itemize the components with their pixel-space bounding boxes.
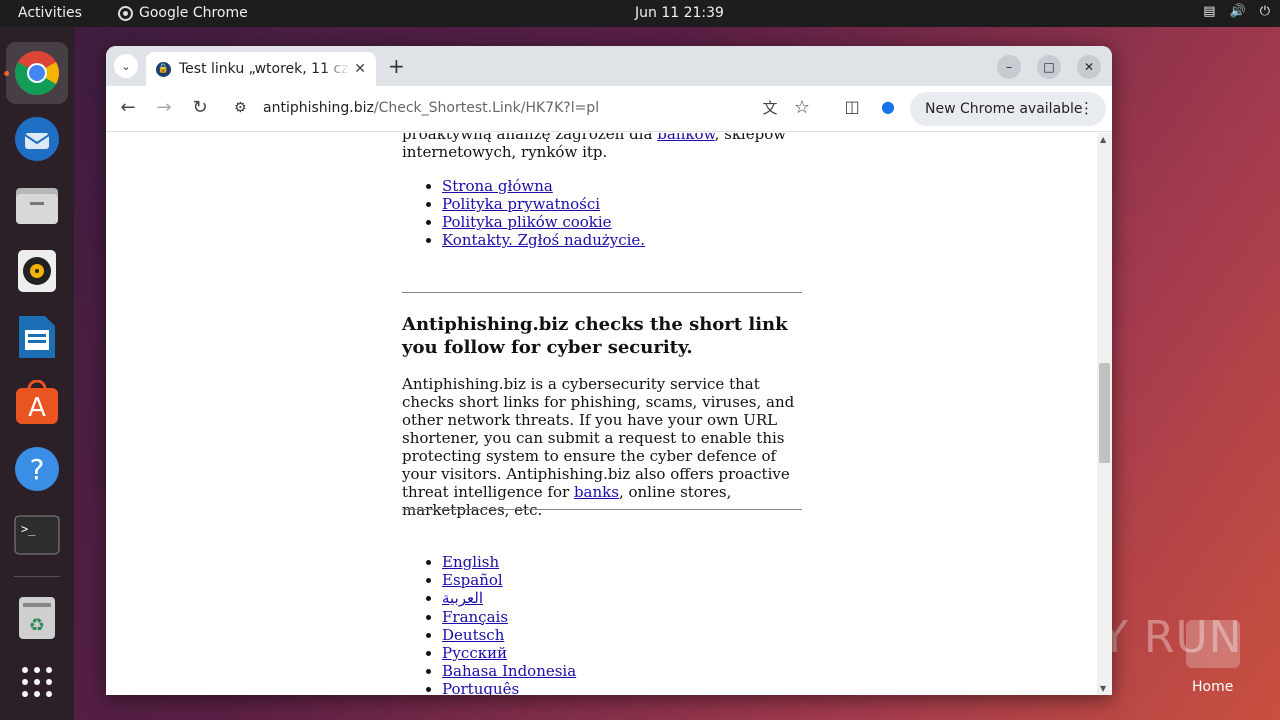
volume-icon[interactable]: 🔊 [1230,4,1246,19]
address-bar[interactable]: ⚙ antiphishing.biz/Check_Shortest.Link/H… [224,92,824,126]
site-favicon-icon: 🔒 [156,61,171,77]
lang-link-es[interactable]: Español [442,571,503,589]
profile-avatar-icon[interactable]: ● [876,97,900,116]
chrome-window: ⌄ 🔒 Test linku „wtorek, 11 czerwca ✕ + –… [106,46,1112,695]
intro-text-after: , sklepów [714,133,787,143]
list-item: Русский [442,644,576,662]
svg-text:>_: >_ [21,522,36,536]
intro-text: proaktywną analizę zagrożeń dla [402,133,658,143]
list-item: Polityka plików cookie [442,213,645,231]
language-list: English Español العربية Français Deutsch… [442,553,576,695]
minimize-icon[interactable]: – [997,55,1021,79]
lang-link-ru[interactable]: Русский [442,644,507,662]
url-text[interactable]: antiphishing.biz/Check_Shortest.Link/HK7… [263,100,599,116]
section-heading: Antiphishing.biz checks the short link y… [402,314,788,358]
update-label: New Chrome available [925,101,1083,117]
tab-title: Test linku „wtorek, 11 czerwca [179,61,349,77]
list-item: Polityka prywatności [442,195,645,213]
list-item: English [442,553,576,571]
description-paragraph: Antiphishing.biz is a cybersecurity serv… [402,375,802,519]
power-icon[interactable]: ⏻ [1260,4,1270,19]
intro-text-line2: internetowych, rynków itp. [402,143,608,161]
svg-text:♻: ♻ [29,615,45,636]
svg-text:A: A [28,393,46,423]
scrollbar-thumb[interactable] [1099,363,1110,463]
app-name: Google Chrome [139,5,248,21]
clock[interactable]: Jun 11 21:39 [635,5,724,21]
home-label[interactable]: Home [1192,679,1233,695]
svg-text:?: ? [30,453,45,486]
forward-icon[interactable]: → [152,97,176,118]
tab-search-chevron-icon[interactable]: ⌄ [114,54,138,78]
side-panel-icon[interactable]: ◫ [840,97,864,116]
help-icon[interactable]: ? [12,444,62,494]
scroll-up-icon[interactable]: ▲ [1100,135,1106,144]
list-item: Português [442,680,576,695]
home-folder-icon[interactable] [1186,620,1240,668]
tab-active[interactable]: 🔒 Test linku „wtorek, 11 czerwca ✕ [146,52,376,86]
more-menu-icon[interactable]: ⋮ [1079,99,1094,117]
activities-button[interactable]: Activities [18,5,82,21]
dock: A ? >_ ♻ [0,27,74,720]
footer-nav-list: Strona główna Polityka prywatności Polit… [442,177,645,249]
nav-link-privacy[interactable]: Polityka prywatności [442,195,600,213]
lang-link-ar[interactable]: العربية [442,589,483,607]
tab-close-icon[interactable]: ✕ [354,61,366,77]
new-tab-button[interactable]: + [388,54,405,78]
system-top-bar: Activities Google Chrome Jun 11 21:39 ▤ … [0,0,1280,27]
dock-separator [14,576,60,577]
files-icon[interactable] [12,180,62,230]
site-info-icon[interactable]: ⚙ [234,100,247,116]
maximize-icon[interactable]: □ [1037,55,1061,79]
lang-link-pt[interactable]: Português [442,680,519,695]
close-window-icon[interactable]: ✕ [1077,55,1101,79]
app-grid-icon[interactable] [12,657,62,707]
list-item: Strona główna [442,177,645,195]
banks-link[interactable]: banks [574,483,619,501]
list-item: العربية [442,589,576,607]
rhythmbox-icon[interactable] [12,246,62,296]
trash-icon[interactable]: ♻ [12,593,62,643]
browser-toolbar: ← → ↻ ⚙ antiphishing.biz/Check_Shortest.… [106,86,1112,132]
nav-link-cookies[interactable]: Polityka plików cookie [442,213,612,231]
update-chrome-button[interactable]: New Chrome available ⋮ [910,92,1106,126]
writer-icon[interactable] [12,312,62,362]
list-item: Kontakty. Zgłoś nadużycie. [442,231,645,249]
intro-paragraph: proaktywną analizę zagrożeń dla banków, … [402,133,802,161]
page-scrollbar[interactable]: ▲ ▼ [1097,133,1112,695]
app-center-icon[interactable]: A [12,378,62,428]
scroll-down-icon[interactable]: ▼ [1100,684,1106,693]
banks-link-pl[interactable]: banków [657,133,714,143]
chrome-icon[interactable] [6,42,68,104]
tab-strip: ⌄ 🔒 Test linku „wtorek, 11 czerwca ✕ + –… [106,46,1112,86]
list-item: Bahasa Indonesia [442,662,576,680]
translate-icon[interactable]: 文 [758,97,782,118]
nav-link-contact[interactable]: Kontakty. Zgłoś nadużycie. [442,231,645,249]
thunderbird-icon[interactable] [12,114,62,164]
list-item: Français [442,608,576,626]
system-tray[interactable]: ▤ 🔊 ⏻ [1203,4,1270,19]
lang-link-id[interactable]: Bahasa Indonesia [442,662,576,680]
network-icon[interactable]: ▤ [1203,4,1215,19]
divider [402,509,802,510]
back-icon[interactable]: ← [116,97,140,118]
divider [402,292,802,293]
lang-link-fr[interactable]: Français [442,608,508,626]
page-viewport: proaktywną analizę zagrożeń dla banków, … [106,133,1097,695]
lang-link-en[interactable]: English [442,553,499,571]
lang-link-de[interactable]: Deutsch [442,626,504,644]
terminal-icon[interactable]: >_ [12,510,62,560]
nav-link-home[interactable]: Strona główna [442,177,553,195]
bookmark-star-icon[interactable]: ☆ [790,97,814,118]
chrome-app-icon [118,5,133,21]
reload-icon[interactable]: ↻ [188,97,212,118]
list-item: Deutsch [442,626,576,644]
app-menu[interactable]: Google Chrome [118,5,248,21]
list-item: Español [442,571,576,589]
